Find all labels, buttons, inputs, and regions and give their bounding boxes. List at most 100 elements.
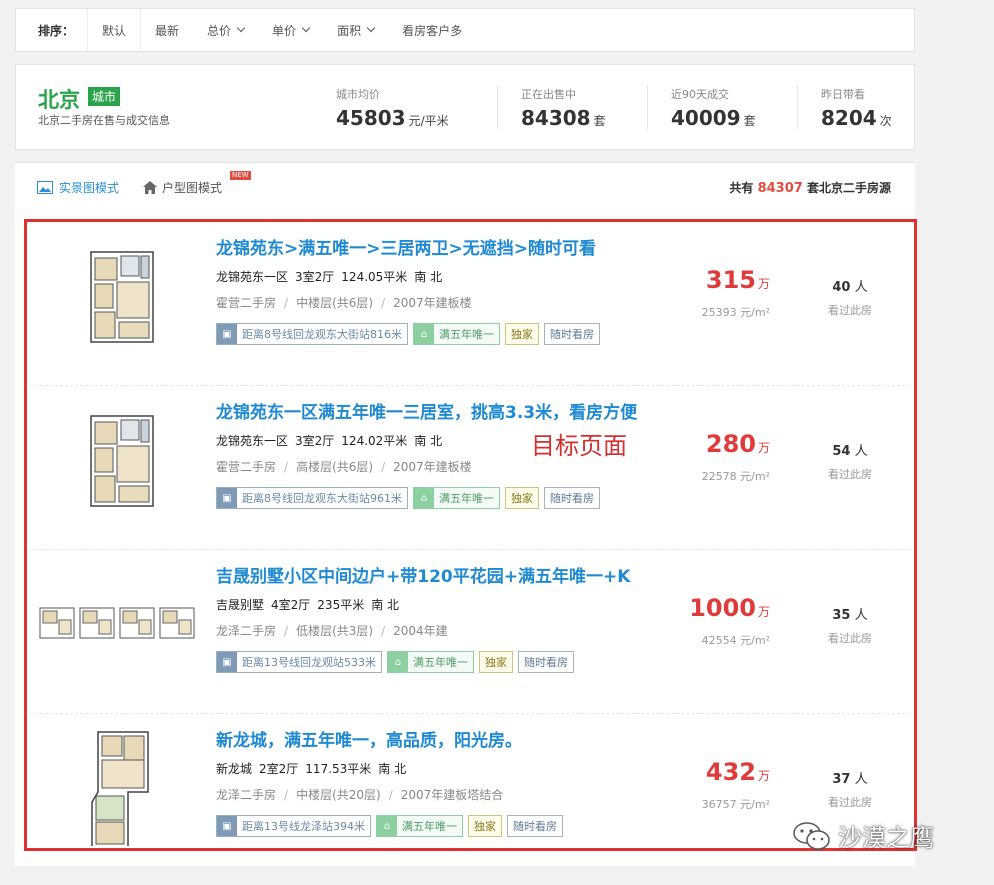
stat-label: 正在出售中 [521, 88, 576, 101]
viewer-count: 37 人 [800, 768, 900, 787]
chevron-down-icon [236, 23, 246, 33]
sort-area[interactable]: 面积 [323, 9, 388, 51]
viewer-unit: 人 [854, 608, 868, 623]
listing-item: 龙锦苑东>满五唯一>三居两卫>无遮挡>随时可看 龙锦苑东一区 3室2厅 124.05… [30, 222, 910, 386]
floorplan-thumbnail[interactable] [36, 234, 206, 354]
floorplan-thumbnail[interactable] [36, 562, 206, 682]
viewer-number: 35 [832, 608, 851, 623]
price-unit: 万 [757, 769, 770, 783]
room-layout: 3室2厅 [295, 434, 335, 448]
unit-price: 42554 元/m² [701, 634, 770, 647]
community-link[interactable]: 龙锦苑东一区 [216, 270, 288, 284]
community-link[interactable]: 吉晟别墅 [216, 598, 264, 612]
exclusive-text: 独家 [511, 328, 533, 341]
subway-tag: ▣ 距离13号线回龙观站533米 [216, 651, 382, 673]
sort-unit-price-label: 单价 [272, 23, 297, 38]
sort-default[interactable]: 默认 [88, 9, 142, 51]
total-count: 84307 [757, 181, 803, 196]
room-layout: 2室2厅 [259, 762, 299, 776]
sort-most-viewed[interactable]: 看房客户多 [388, 9, 476, 51]
listing-meta: 霍营二手房 / 高楼层(共6层)/2007年建板楼 [216, 460, 472, 474]
stat-value: 8204 [821, 106, 877, 130]
subway-text: 距离8号线回龙观东大街站816米 [242, 328, 402, 341]
listing-item: 龙锦苑东一区满五年唯一三居室，挑高3.3米，看房方便 龙锦苑东一区 3室2厅 124… [30, 386, 910, 550]
price-unit: 万 [757, 441, 770, 455]
subway-icon: ▣ [217, 652, 237, 672]
viewer-count: 35 人 [800, 604, 900, 623]
city-stats-panel: 北京 城市 北京二手房在售与成交信息 城市均价 45803 元/平米 正在出售中 … [15, 64, 915, 150]
subway-tag: ▣ 距离13号线龙泽站394米 [216, 815, 371, 837]
sort-unit-price[interactable]: 单价 [258, 9, 323, 51]
tag-list: ▣ 距离13号线回龙观站533米 ⌂ 满五年唯一 独家 随时看房 [216, 651, 579, 673]
listing-title[interactable]: 龙锦苑东>满五唯一>三居两卫>无遮挡>随时可看 [216, 234, 596, 259]
exclusive-text: 独家 [474, 820, 496, 833]
floor-area: 235平米 [317, 598, 365, 612]
district-link[interactable]: 龙泽二手房 [216, 788, 276, 802]
build-info: 2004年建 [393, 624, 448, 638]
total-price: 432 万 [650, 758, 770, 786]
community-link[interactable]: 新龙城 [216, 762, 252, 776]
floor-info: 中楼层(共20层) [296, 788, 381, 802]
community-link[interactable]: 龙锦苑东一区 [216, 434, 288, 448]
tax-tag: ⌂ 满五年唯一 [413, 323, 500, 345]
viewer-label: 看过此房 [828, 304, 872, 317]
sort-newest[interactable]: 最新 [141, 9, 193, 51]
viewing-text: 随时看房 [550, 328, 594, 341]
subway-icon: ▣ [217, 324, 237, 344]
district-link[interactable]: 龙泽二手房 [216, 624, 276, 638]
district-link[interactable]: 霍营二手房 [216, 296, 276, 310]
viewer-number: 37 [832, 772, 851, 787]
listing-title[interactable]: 龙锦苑东一区满五年唯一三居室，挑高3.3米，看房方便 [216, 398, 637, 423]
annotation-label: 目标页面 [531, 432, 627, 460]
price-unit: 万 [757, 605, 770, 619]
watermark-text: 沙漠之鹰 [838, 824, 934, 852]
viewing-text: 随时看房 [524, 656, 568, 669]
unit-price: 22578 元/m² [701, 470, 770, 483]
viewer-count: 40 人 [800, 276, 900, 295]
exclusive-tag: 独家 [505, 487, 539, 509]
subway-icon: ▣ [217, 816, 237, 836]
stat-value: 45803 [336, 106, 406, 130]
stat-value: 40009 [671, 106, 741, 130]
listing-meta: 霍营二手房 / 中楼层(共6层)/2007年建板楼 [216, 296, 472, 310]
orientation: 南 北 [414, 434, 443, 448]
subway-icon: ▣ [217, 488, 237, 508]
floorplan-mode-button[interactable]: 户型图模式 [143, 179, 222, 196]
orientation: 南 北 [371, 598, 400, 612]
build-info: 2007年建板楼 [393, 460, 472, 474]
listing-info: 龙锦苑东一区 3室2厅 124.02平米南 北 [216, 432, 449, 449]
listing-item: 吉晟别墅小区中间边户+带120平花园+满五年唯一+K 吉晟别墅 4室2厅 235平米… [30, 550, 910, 714]
total-price: 315 万 [650, 266, 770, 294]
viewer-unit: 人 [854, 280, 868, 295]
floor-info: 中楼层(共6层) [296, 296, 374, 310]
floorplan-thumbnail[interactable] [36, 398, 206, 518]
view-mode-bar: 实景图模式 户型图模式 NEW 共有 84307 套北京二手房源 [15, 162, 915, 206]
build-info: 2007年建板塔结合 [400, 788, 504, 802]
listing-title[interactable]: 新龙城，满五年唯一，高品质，阳光房。 [216, 726, 522, 751]
sort-total-price[interactable]: 总价 [193, 9, 258, 51]
unit-price: 36757 元/m² [701, 798, 770, 811]
exclusive-tag: 独家 [468, 815, 502, 837]
district-link[interactable]: 霍营二手房 [216, 460, 276, 474]
listing-title[interactable]: 吉晟别墅小区中间边户+带120平花园+满五年唯一+K [216, 562, 630, 587]
photo-mode-button[interactable]: 实景图模式 [37, 179, 119, 196]
stat-unit: 次 [879, 114, 892, 128]
house-icon: ⌂ [377, 816, 397, 836]
floor-area: 117.53平米 [305, 762, 372, 776]
listing-meta: 龙泽二手房 / 低楼层(共3层)/2004年建 [216, 624, 448, 638]
viewer-number: 40 [832, 280, 851, 295]
viewer-label: 看过此房 [828, 468, 872, 481]
viewing-text: 随时看房 [550, 492, 594, 505]
image-icon [37, 181, 53, 194]
exclusive-tag: 独家 [505, 323, 539, 345]
tax-tag: ⌂ 满五年唯一 [376, 815, 463, 837]
price-value: 315 [705, 266, 756, 294]
divider [497, 85, 498, 129]
floorplan-thumbnail[interactable] [36, 726, 206, 846]
viewer-unit: 人 [854, 444, 868, 459]
sort-total-price-label: 总价 [207, 23, 232, 38]
listing-info: 吉晟别墅 4室2厅 235平米南 北 [216, 596, 406, 613]
exclusive-text: 独家 [511, 492, 533, 505]
listing-item: 新龙城，满五年唯一，高品质，阳光房。 新龙城 2室2厅 117.53平米南 北 龙泽… [30, 714, 910, 878]
stat-label: 城市均价 [336, 88, 380, 101]
